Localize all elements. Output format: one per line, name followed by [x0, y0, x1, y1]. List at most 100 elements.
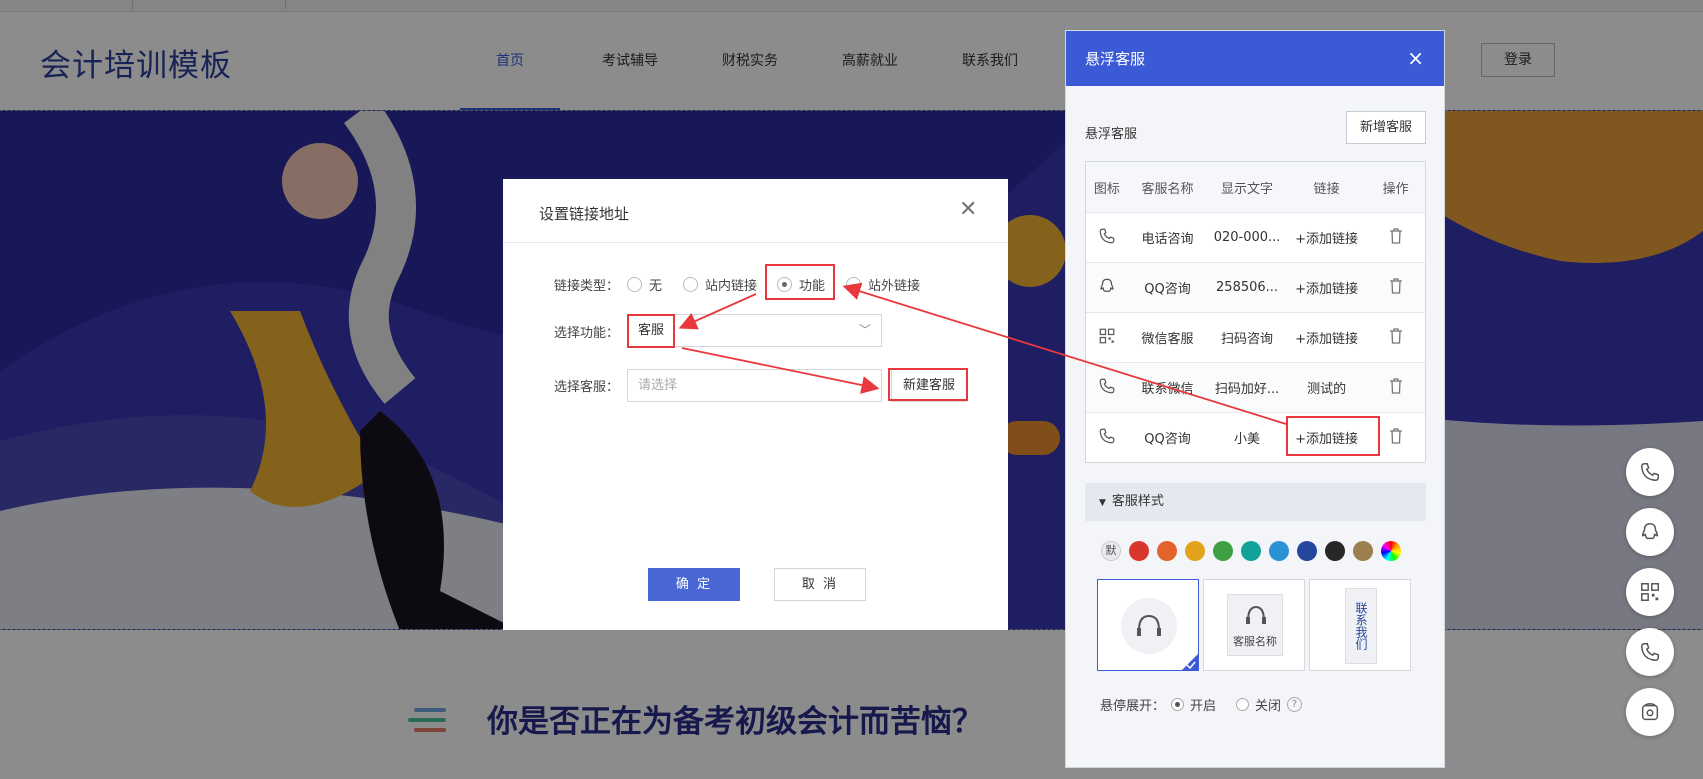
highlight-function-option: [765, 264, 835, 300]
hover-on-radio[interactable]: [1171, 698, 1185, 711]
float-phone-button[interactable]: [1626, 448, 1674, 496]
divider: [503, 242, 1008, 243]
service-select[interactable]: 请选择: [627, 369, 882, 402]
caret-down-icon: ▼: [1099, 498, 1106, 508]
style-section-title: 客服样式: [1111, 494, 1164, 509]
radio-button[interactable]: [627, 277, 642, 292]
add-link-button[interactable]: +添加链接: [1287, 228, 1367, 247]
color-swatch[interactable]: [1325, 541, 1345, 561]
style-preview-label: 联系我们: [1345, 588, 1377, 664]
link-type-external[interactable]: 站外链接: [846, 275, 920, 294]
phone-icon: [1086, 427, 1128, 449]
float-telephone-button[interactable]: [1626, 688, 1674, 736]
column-header: 客服名称: [1141, 181, 1194, 197]
highlight-function-value: [627, 314, 675, 348]
column-header: 操作: [1382, 181, 1409, 197]
service-text: 258506...: [1216, 280, 1279, 295]
hover-off-label: 关闭: [1255, 699, 1282, 714]
trash-icon[interactable]: [1366, 277, 1425, 298]
table-row: 电话咨询 020-000... +添加链接: [1086, 212, 1425, 262]
trash-icon[interactable]: [1366, 327, 1425, 348]
color-swatch[interactable]: [1157, 541, 1177, 561]
telephone-icon: [1641, 703, 1659, 721]
trash-icon[interactable]: [1366, 227, 1425, 248]
headset-icon: [1246, 605, 1266, 624]
color-swatch[interactable]: [1241, 541, 1261, 561]
service-label: 选择客服：: [554, 380, 620, 395]
hover-label: 悬停展开：: [1100, 699, 1166, 714]
service-text: 扫码加好...: [1214, 382, 1280, 397]
table-row: QQ咨询 258506... +添加链接: [1086, 262, 1425, 312]
headset-icon: [1121, 598, 1198, 670]
confirm-button[interactable]: 确 定: [648, 568, 740, 601]
phone-icon: [1641, 463, 1659, 481]
radio-label: 站外链接: [868, 279, 921, 294]
color-wheel-icon[interactable]: [1381, 541, 1401, 561]
radio-button[interactable]: [683, 277, 698, 292]
style-section-toggle[interactable]: ▼ 客服样式: [1085, 483, 1426, 521]
column-header: 链接: [1313, 181, 1340, 197]
service-text: 扫码咨询: [1221, 332, 1274, 347]
panel-close-icon[interactable]: ×: [1407, 48, 1424, 68]
function-label: 选择功能：: [554, 326, 620, 341]
service-name: QQ咨询: [1144, 282, 1191, 297]
add-link-button[interactable]: +添加链接: [1287, 328, 1367, 347]
qrcode-icon: [1086, 327, 1128, 349]
column-header: 图标: [1093, 181, 1120, 197]
add-link-button[interactable]: +添加链接: [1287, 278, 1367, 297]
color-swatch[interactable]: [1213, 541, 1233, 561]
column-header: 显示文字: [1221, 181, 1274, 197]
qq-icon: [1641, 523, 1659, 540]
float-phone-button-2[interactable]: [1626, 628, 1674, 676]
link-settings-dialog: 设置链接地址 ✕ 链接类型： 无 站内链接 功能 站外链接 选择功能： 客服 ﹀…: [503, 179, 1008, 630]
close-icon[interactable]: ✕: [959, 199, 977, 221]
hover-off-radio[interactable]: [1236, 698, 1250, 711]
color-swatch[interactable]: [1185, 541, 1205, 561]
chevron-down-icon: ﹀: [858, 323, 871, 337]
style-option-icon-name[interactable]: 客服名称: [1203, 579, 1305, 671]
radio-button[interactable]: [846, 277, 861, 292]
panel-subtitle: 悬浮客服: [1085, 127, 1138, 142]
style-preview: 客服名称: [1227, 594, 1283, 656]
cancel-button[interactable]: 取 消: [774, 568, 866, 601]
link-type-none[interactable]: 无: [627, 275, 662, 294]
link-type-internal[interactable]: 站内链接: [683, 275, 757, 294]
phone-icon: [1086, 377, 1128, 399]
color-swatch[interactable]: [1129, 541, 1149, 561]
highlight-new-service: [888, 368, 968, 401]
link-value[interactable]: 测试的: [1287, 378, 1367, 397]
qq-icon: [1086, 277, 1128, 299]
service-name: 联系微信: [1141, 382, 1194, 397]
service-text: 小美: [1234, 432, 1261, 447]
color-swatch[interactable]: [1269, 541, 1289, 561]
help-icon[interactable]: ?: [1287, 697, 1303, 712]
table-row: 微信客服 扫码咨询 +添加链接: [1086, 312, 1425, 362]
style-option-icon-only[interactable]: [1097, 579, 1199, 671]
radio-label: 无: [649, 279, 663, 294]
color-swatch[interactable]: [1353, 541, 1373, 561]
service-text: 020-000...: [1213, 230, 1281, 245]
float-service-panel: 悬浮客服 × 悬浮客服 新增客服 图标 客服名称 显示文字 链接 操作 电话咨询…: [1065, 30, 1445, 768]
panel-title: 悬浮客服: [1085, 50, 1146, 68]
service-name: 微信客服: [1141, 332, 1194, 347]
style-preview-label: 客服名称: [1233, 635, 1277, 648]
hover-on-label: 开启: [1190, 699, 1217, 714]
color-swatches: 默: [1101, 541, 1401, 561]
add-service-button[interactable]: 新增客服: [1346, 111, 1426, 144]
qrcode-icon: [1641, 583, 1659, 601]
radio-label: 站内链接: [705, 279, 758, 294]
style-option-vertical-text[interactable]: 联系我们: [1309, 579, 1411, 671]
trash-icon[interactable]: [1366, 377, 1425, 398]
swatch-default[interactable]: 默: [1101, 541, 1121, 561]
color-swatch[interactable]: [1297, 541, 1317, 561]
float-qrcode-button[interactable]: [1626, 568, 1674, 616]
table-row: 联系微信 扫码加好... 测试的: [1086, 362, 1425, 412]
hover-expand-setting: 悬停展开： 开启 关闭 ?: [1100, 695, 1303, 714]
highlight-add-link: [1286, 416, 1380, 456]
phone-icon: [1641, 643, 1659, 661]
link-type-label: 链接类型：: [554, 279, 620, 294]
float-qq-button[interactable]: [1626, 508, 1674, 556]
dialog-title: 设置链接地址: [539, 205, 630, 223]
table-header: 图标 客服名称 显示文字 链接 操作: [1086, 162, 1425, 212]
service-name: QQ咨询: [1144, 432, 1191, 447]
